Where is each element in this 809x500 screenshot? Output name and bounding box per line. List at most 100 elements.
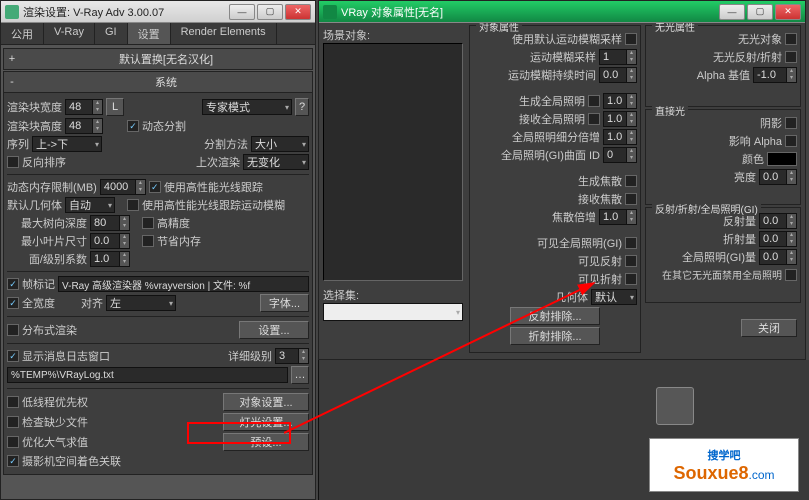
tab-render-elements[interactable]: Render Elements (171, 23, 277, 44)
mode-select[interactable]: 专家模式 (202, 99, 292, 115)
geometry-select[interactable]: 默认 (591, 289, 637, 305)
full-width-checkbox[interactable]: ✓ (7, 297, 19, 309)
object-properties-window: VRay 对象属性[无名] — ▢ ✕ 场景对象: 选择集: 对象属性 使用默认… (318, 0, 806, 360)
vis-gi-checkbox[interactable] (625, 237, 637, 249)
division-label: 分割方法 (204, 136, 248, 152)
dist-render-checkbox[interactable] (7, 324, 19, 336)
refl-amount-spinner[interactable]: 0.0▴▾ (759, 213, 797, 229)
matte-obj-checkbox[interactable] (785, 33, 797, 45)
tab-gi[interactable]: GI (95, 23, 128, 44)
gen-gi-spinner[interactable]: 1.0▴▾ (603, 93, 637, 109)
tab-settings[interactable]: 设置 (128, 23, 171, 44)
bucket-height-spinner[interactable]: 48▴▾ (65, 118, 103, 134)
rec-gi-spinner[interactable]: 1.0▴▾ (603, 111, 637, 127)
brightness-spinner[interactable]: 0.0▴▾ (759, 169, 797, 185)
scene-objects-list[interactable] (323, 43, 463, 281)
viewcube[interactable] (656, 387, 694, 425)
log-browse-button[interactable]: … (291, 366, 309, 384)
division-select[interactable]: 大小 (251, 136, 309, 152)
last-render-select[interactable]: 无变化 (243, 154, 309, 170)
check-missing-checkbox[interactable] (7, 416, 19, 428)
dyn-split-checkbox[interactable]: ✓ (127, 120, 139, 132)
opt-atm-checkbox[interactable] (7, 436, 19, 448)
rec-caustics-checkbox[interactable] (625, 193, 637, 205)
rollout-default-displacement[interactable]: +默认置换[无名汉化] (3, 48, 313, 70)
face-coef-label: 面/级别系数 (7, 251, 87, 267)
sequence-label: 序列 (7, 136, 29, 152)
rollout-system[interactable]: -系统 (3, 71, 313, 93)
app-icon (5, 5, 19, 19)
embree-mb-checkbox[interactable] (127, 199, 139, 211)
render-settings-window: 渲染设置: V-Ray Adv 3.00.07 — ▢ ✕ 公用 V-Ray G… (0, 0, 316, 500)
affect-alpha-checkbox[interactable] (785, 135, 797, 147)
refl-exclude-button[interactable]: 反射排除... (510, 307, 600, 325)
rec-gi-checkbox[interactable] (588, 113, 600, 125)
shadow-checkbox[interactable] (785, 117, 797, 129)
stamp-input[interactable]: V-Ray 高级渲染器 %vrayversion | 文件: %f (58, 276, 309, 292)
bucket-width-spinner[interactable]: 48▴▾ (65, 99, 103, 115)
color-swatch[interactable] (767, 152, 797, 166)
def-geo-select[interactable]: 自动 (65, 197, 115, 213)
gi-amount-spinner[interactable]: 0.0▴▾ (759, 249, 797, 265)
caustic-mult-spinner[interactable]: 1.0▴▾ (599, 209, 637, 225)
reverse-checkbox[interactable] (7, 156, 19, 168)
gen-gi-checkbox[interactable] (588, 95, 600, 107)
minimize-button[interactable]: — (719, 4, 745, 20)
tab-vray[interactable]: V-Ray (44, 23, 95, 44)
dist-settings-button[interactable]: 设置... (239, 321, 309, 339)
log-path-input[interactable]: %TEMP%\VRayLog.txt (7, 367, 288, 383)
titlebar-props[interactable]: VRay 对象属性[无名] — ▢ ✕ (319, 1, 805, 23)
font-button[interactable]: 字体... (260, 294, 309, 312)
watermark-logo: 搜学吧 Souxue8.com (649, 438, 799, 492)
embree-checkbox[interactable]: ✓ (149, 181, 161, 193)
object-settings-button[interactable]: 对象设置... (223, 393, 309, 411)
light-settings-button[interactable]: 灯光设置... (223, 413, 309, 431)
maximize-button[interactable]: ▢ (747, 4, 773, 20)
mb-samples-spinner[interactable]: 1▴▾ (599, 49, 637, 65)
close-button[interactable]: ✕ (285, 4, 311, 20)
preset-button[interactable]: 预设... (223, 433, 309, 451)
close-props-button[interactable]: 关闭 (741, 319, 797, 337)
scene-objects-label: 场景对象: (323, 27, 463, 43)
matte-rr-checkbox[interactable] (785, 51, 797, 63)
gen-caustics-checkbox[interactable] (625, 175, 637, 187)
mb-duration-spinner[interactable]: 0.0▴▾ (599, 67, 637, 83)
refr-exclude-button[interactable]: 折射排除... (510, 327, 600, 345)
min-leaf-spinner[interactable]: 0.0▴▾ (90, 233, 130, 249)
object-props-group-title: 对象属性 (476, 23, 522, 34)
show-log-checkbox[interactable]: ✓ (7, 350, 19, 362)
lock-button[interactable]: L (106, 98, 124, 116)
low-pri-checkbox[interactable] (7, 396, 19, 408)
close-button[interactable]: ✕ (775, 4, 801, 20)
hi-prec-checkbox[interactable] (142, 217, 154, 229)
vis-refl-checkbox[interactable] (625, 255, 637, 267)
tab-common[interactable]: 公用 (1, 23, 44, 44)
tab-row: 公用 V-Ray GI 设置 Render Elements (1, 23, 315, 45)
cam-gloss-checkbox[interactable]: ✓ (7, 455, 19, 467)
titlebar[interactable]: 渲染设置: V-Ray Adv 3.00.07 — ▢ ✕ (1, 1, 315, 23)
rrgi-group-title: 反射/折射/全局照明(GI) (652, 201, 761, 216)
verbose-spinner[interactable]: 3▴▾ (275, 348, 309, 364)
gi-surfid-spinner[interactable]: 0▴▾ (603, 147, 637, 163)
minimize-button[interactable]: — (229, 4, 255, 20)
maximize-button[interactable]: ▢ (257, 4, 283, 20)
refr-amount-spinner[interactable]: 0.0▴▾ (759, 231, 797, 247)
help-button[interactable]: ? (295, 98, 309, 116)
vis-refr-checkbox[interactable] (625, 273, 637, 285)
face-coef-spinner[interactable]: 1.0▴▾ (90, 251, 130, 267)
selection-set-select[interactable] (323, 303, 463, 321)
dyn-mem-spinner[interactable]: 4000▴▾ (100, 179, 146, 195)
selection-set-label: 选择集: (323, 287, 463, 303)
save-mem-checkbox[interactable] (142, 235, 154, 247)
sequence-select[interactable]: 上->下 (32, 136, 102, 152)
use-def-mb-checkbox[interactable] (625, 33, 637, 45)
window-title: VRay 对象属性[无名] (341, 4, 719, 20)
max-depth-spinner[interactable]: 80▴▾ (90, 215, 130, 231)
alpha-spinner[interactable]: -1.0▴▾ (753, 67, 797, 83)
matte-group-title: 无光属性 (652, 23, 698, 34)
no-gi-checkbox[interactable] (785, 269, 797, 281)
stamp-checkbox[interactable]: ✓ (7, 278, 19, 290)
align-select[interactable]: 左 (106, 295, 176, 311)
gi-mult-spinner[interactable]: 1.0▴▾ (603, 129, 637, 145)
direct-light-group-title: 直接光 (652, 103, 688, 118)
